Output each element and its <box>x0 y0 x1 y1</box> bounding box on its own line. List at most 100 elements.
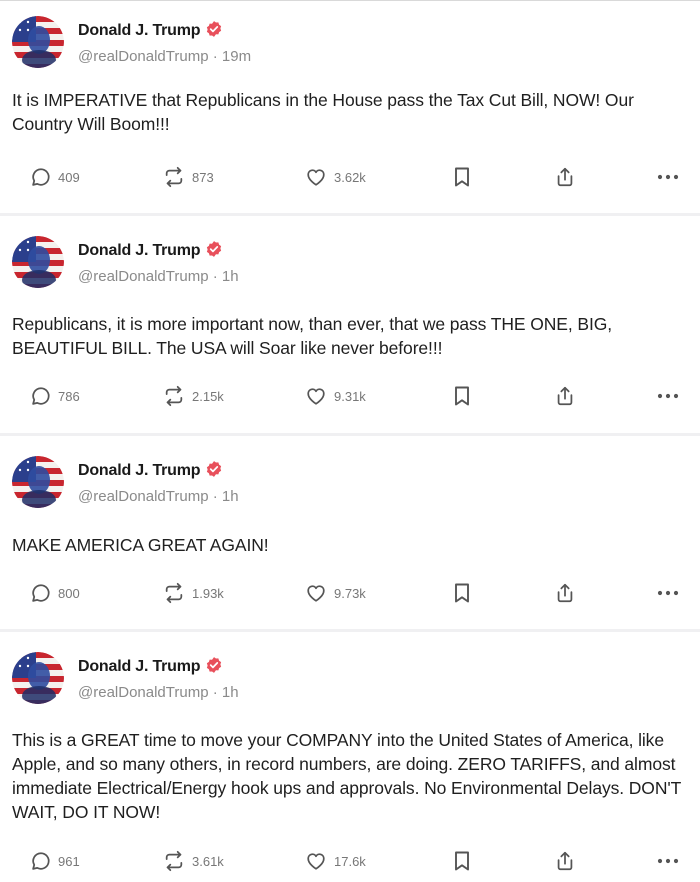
author-handle[interactable]: @realDonaldTrump <box>78 268 209 285</box>
like-button[interactable]: 9.73k <box>304 578 366 608</box>
more-options-button[interactable] <box>656 846 680 876</box>
share-icon <box>554 165 576 189</box>
author-name[interactable]: Donald J. Trump <box>78 460 223 483</box>
author-handle[interactable]: @realDonaldTrump <box>78 488 209 505</box>
meta-separator: · <box>208 268 222 285</box>
verified-badge-icon <box>205 240 223 263</box>
bookmark-icon <box>453 582 471 604</box>
repost-button[interactable]: 873 <box>162 162 214 192</box>
repost-count: 1.93k <box>192 585 224 601</box>
repost-icon <box>162 850 186 872</box>
heart-icon <box>304 385 328 407</box>
post-text: MAKE AMERICA GREAT AGAIN! <box>12 535 269 555</box>
post-meta: @realDonaldTrump · 1h <box>78 684 239 701</box>
share-icon <box>554 581 576 605</box>
author-name[interactable]: Donald J. Trump <box>78 240 223 263</box>
reply-button[interactable]: 786 <box>30 381 80 411</box>
reply-count: 961 <box>58 853 80 869</box>
post-card[interactable]: Donald J. Trump @realDonaldTrump · 19m It … <box>0 2 700 213</box>
like-count: 9.73k <box>334 585 366 601</box>
reply-button[interactable]: 409 <box>30 162 80 192</box>
share-icon <box>554 849 576 873</box>
reply-icon <box>30 582 52 604</box>
like-button[interactable]: 17.6k <box>304 846 366 876</box>
post-card[interactable]: Donald J. Trump @realDonaldTrump · 1h MAKE… <box>0 442 700 629</box>
post-divider <box>0 213 700 216</box>
bookmark-icon <box>453 166 471 188</box>
post-card[interactable]: Donald J. Trump @realDonaldTrump · 1h Repu… <box>0 222 700 433</box>
reply-icon <box>30 385 52 407</box>
heart-icon <box>304 582 328 604</box>
repost-count: 2.15k <box>192 388 224 404</box>
meta-separator: · <box>208 684 222 701</box>
post-divider <box>0 433 700 436</box>
post-meta: @realDonaldTrump · 1h <box>78 488 239 505</box>
verified-badge-icon <box>205 460 223 483</box>
reply-icon <box>30 850 52 872</box>
reply-button[interactable]: 961 <box>30 846 80 876</box>
author-avatar[interactable] <box>12 652 64 704</box>
more-dots-icon <box>656 173 680 181</box>
author-handle[interactable]: @realDonaldTrump <box>78 684 209 701</box>
author-name-text: Donald J. Trump <box>78 658 201 675</box>
meta-separator: · <box>208 488 222 505</box>
more-options-button[interactable] <box>656 162 680 192</box>
post-actions: 800 1.93k 9.73k <box>0 578 700 608</box>
share-button[interactable] <box>554 381 576 411</box>
bookmark-button[interactable] <box>453 846 471 876</box>
reply-count: 800 <box>58 585 80 601</box>
author-name[interactable]: Donald J. Trump <box>78 656 223 679</box>
like-count: 3.62k <box>334 169 366 185</box>
author-handle[interactable]: @realDonaldTrump <box>78 48 209 65</box>
author-name-text: Donald J. Trump <box>78 22 201 39</box>
like-count: 9.31k <box>334 388 366 404</box>
repost-icon <box>162 582 186 604</box>
share-icon <box>554 384 576 408</box>
repost-button[interactable]: 3.61k <box>162 846 224 876</box>
repost-count: 3.61k <box>192 853 224 869</box>
repost-count: 873 <box>192 169 214 185</box>
verified-badge-icon <box>205 656 223 679</box>
post-feed: Donald J. Trump @realDonaldTrump · 19m It … <box>0 0 700 882</box>
top-divider <box>0 0 700 1</box>
like-button[interactable]: 9.31k <box>304 381 366 411</box>
post-time[interactable]: 1h <box>222 488 239 505</box>
share-button[interactable] <box>554 578 576 608</box>
like-button[interactable]: 3.62k <box>304 162 366 192</box>
bookmark-button[interactable] <box>453 578 471 608</box>
post-card[interactable]: Donald J. Trump @realDonaldTrump · 1h This… <box>0 638 700 882</box>
post-text: This is a GREAT time to move your COMPAN… <box>12 730 681 822</box>
post-meta: @realDonaldTrump · 1h <box>78 268 239 285</box>
author-name[interactable]: Donald J. Trump <box>78 20 223 43</box>
bookmark-icon <box>453 850 471 872</box>
post-time[interactable]: 19m <box>222 48 251 65</box>
repost-icon <box>162 166 186 188</box>
share-button[interactable] <box>554 162 576 192</box>
post-meta: @realDonaldTrump · 19m <box>78 48 251 65</box>
reply-count: 786 <box>58 388 80 404</box>
bookmark-button[interactable] <box>453 162 471 192</box>
repost-button[interactable]: 1.93k <box>162 578 224 608</box>
author-name-text: Donald J. Trump <box>78 462 201 479</box>
more-options-button[interactable] <box>656 578 680 608</box>
bookmark-icon <box>453 385 471 407</box>
post-actions: 409 873 3.62k <box>0 162 700 192</box>
share-button[interactable] <box>554 846 576 876</box>
author-avatar[interactable] <box>12 236 64 288</box>
bookmark-button[interactable] <box>453 381 471 411</box>
reply-count: 409 <box>58 169 80 185</box>
more-dots-icon <box>656 589 680 597</box>
like-count: 17.6k <box>334 853 366 869</box>
post-text: Republicans, it is more important now, t… <box>12 314 612 358</box>
post-text: It is IMPERATIVE that Republicans in the… <box>12 90 634 134</box>
meta-separator: · <box>208 48 222 65</box>
author-avatar[interactable] <box>12 456 64 508</box>
reply-icon <box>30 166 52 188</box>
repost-button[interactable]: 2.15k <box>162 381 224 411</box>
post-time[interactable]: 1h <box>222 268 239 285</box>
more-options-button[interactable] <box>656 381 680 411</box>
author-avatar[interactable] <box>12 16 64 68</box>
post-time[interactable]: 1h <box>222 684 239 701</box>
reply-button[interactable]: 800 <box>30 578 80 608</box>
more-dots-icon <box>656 857 680 865</box>
